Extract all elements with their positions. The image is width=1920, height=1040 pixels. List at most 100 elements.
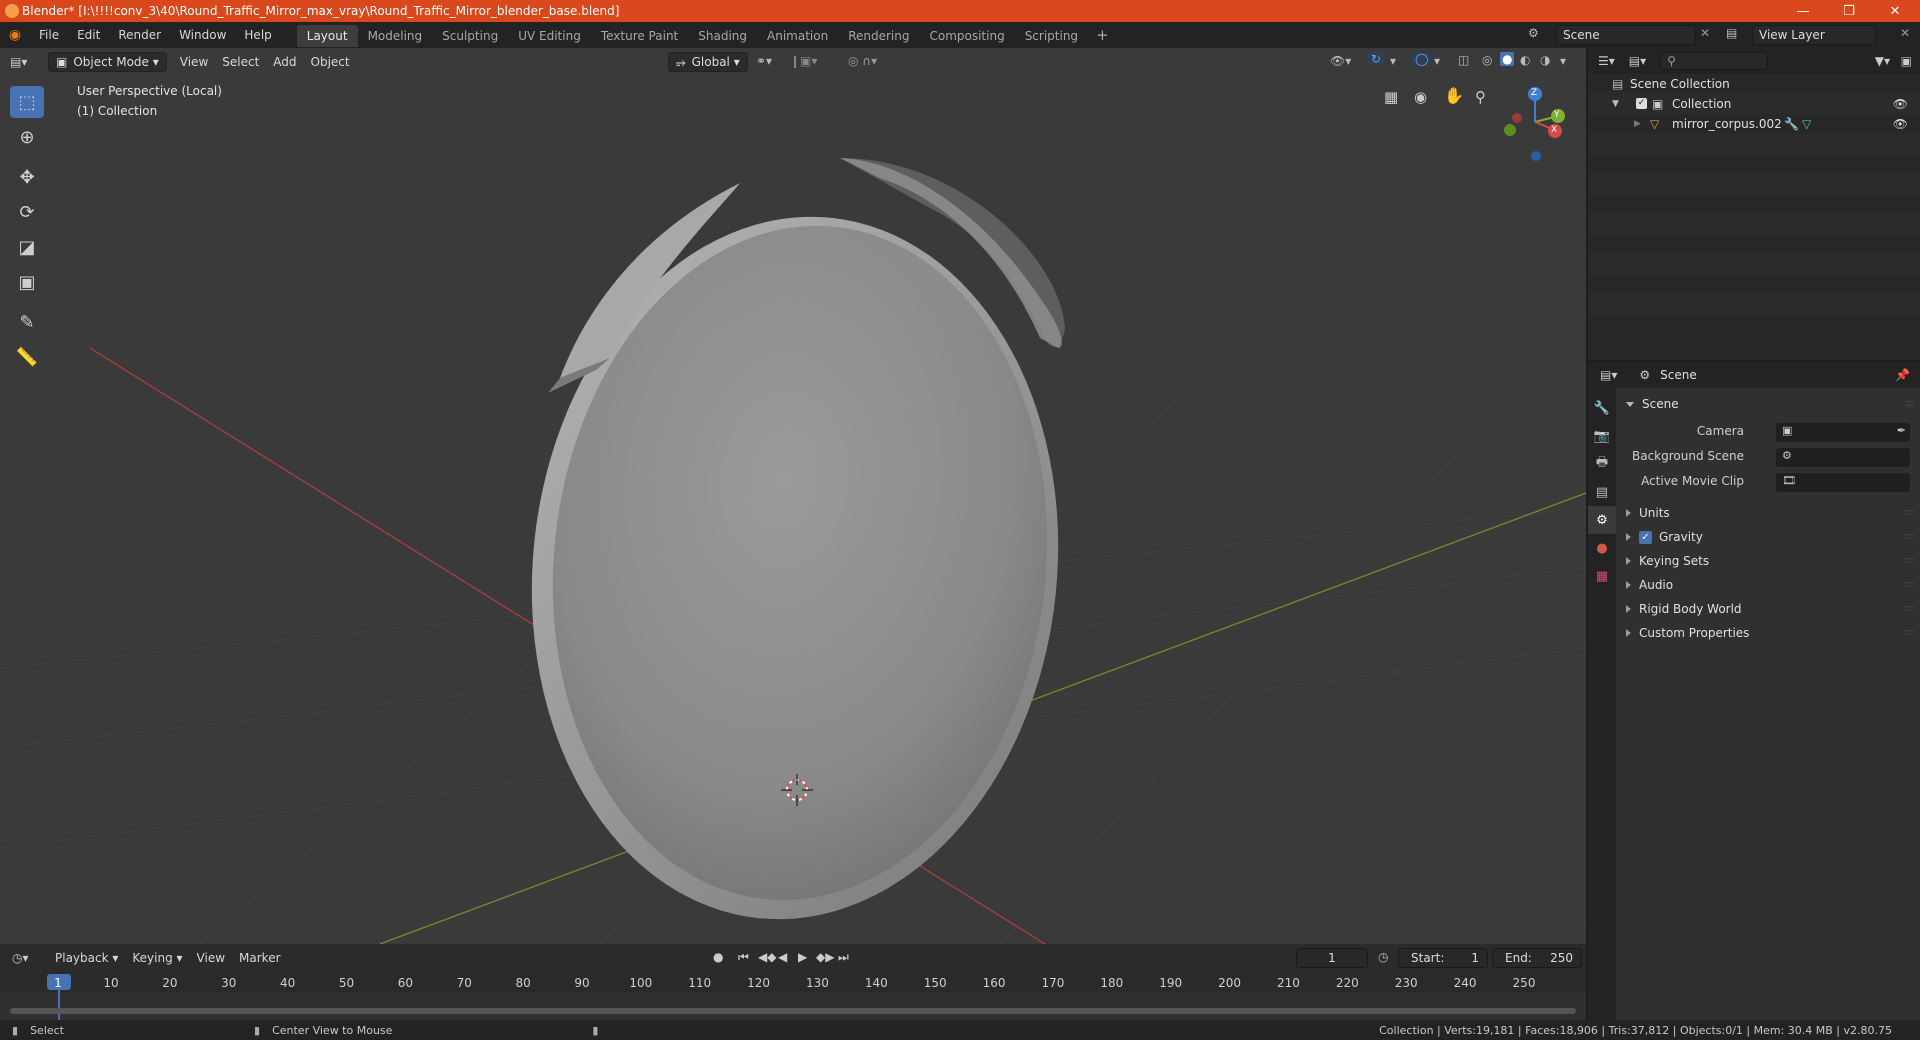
timeline-menu-playback[interactable]: Playback ▾ [48, 948, 125, 968]
gizmo-dropdown-icon[interactable]: ▾ [1390, 54, 1396, 68]
viewport-menu-select[interactable]: Select [215, 52, 266, 72]
material-shading-icon[interactable]: ◐ [1520, 53, 1530, 67]
keying-sets-panel[interactable]: Keying Sets:::: [1616, 549, 1920, 573]
rendered-shading-icon[interactable]: ◑ [1540, 53, 1550, 67]
pan-view-icon[interactable]: ✋ [1444, 86, 1464, 105]
custom-properties-panel[interactable]: Custom Properties:::: [1616, 621, 1920, 645]
start-frame-field[interactable]: Start: 1 [1398, 948, 1488, 968]
object-visibility-icon[interactable]: 👁 [1893, 114, 1908, 134]
tab-sculpting[interactable]: Sculpting [432, 25, 508, 47]
timeline-menu-marker[interactable]: Marker [232, 948, 287, 968]
play-icon[interactable]: ▶ [798, 950, 807, 964]
current-frame-field[interactable]: 1 [1296, 948, 1368, 968]
menu-file[interactable]: File [30, 22, 68, 48]
scene-field[interactable]: Scene [1556, 25, 1696, 45]
measure-tool-icon[interactable]: 📏 [10, 341, 44, 373]
render-tab-icon[interactable]: 📷 [1588, 422, 1616, 450]
scale-tool-icon[interactable]: ◪ [10, 231, 44, 263]
zoom-view-icon[interactable]: ⚲ [1475, 88, 1486, 106]
modifier-icon[interactable]: 🔧 [1784, 114, 1799, 134]
view-layer-field[interactable]: View Layer [1752, 25, 1876, 45]
background-scene-field[interactable]: ⚙ [1776, 448, 1910, 467]
expand-object-icon[interactable]: ▶ [1634, 114, 1641, 134]
scene-browse-icon[interactable]: ⚙ [1528, 26, 1539, 40]
filter-icon[interactable]: ▼▾ [1875, 54, 1890, 68]
viewport-menu-add[interactable]: Add [266, 52, 303, 72]
cursor-tool-icon[interactable]: ⊕ [10, 121, 44, 153]
visibility-icon[interactable]: 👁▾ [1330, 54, 1351, 68]
prev-keyframe-icon[interactable]: ◀◆ [758, 950, 776, 964]
tab-animation[interactable]: Animation [757, 25, 838, 47]
menu-edit[interactable]: Edit [68, 22, 109, 48]
pivot-point-icon[interactable]: ⚭▾ [756, 54, 772, 68]
eyedropper-icon[interactable]: ✒ [1897, 424, 1906, 437]
tab-texture-paint[interactable]: Texture Paint [591, 25, 688, 47]
move-tool-icon[interactable]: ✥ [10, 161, 44, 193]
pin-icon[interactable]: 📌 [1895, 368, 1910, 382]
gravity-checkbox[interactable]: ✓ [1639, 530, 1652, 544]
next-keyframe-icon[interactable]: ◆▶ [816, 950, 834, 964]
world-tab-icon[interactable]: ● [1588, 534, 1616, 562]
output-tab-icon[interactable]: 🖶 [1588, 450, 1616, 478]
jump-start-icon[interactable]: ⏮ [738, 950, 749, 965]
timeline-menu-view[interactable]: View [190, 948, 232, 968]
collection-visibility-icon[interactable]: 👁 [1893, 94, 1908, 114]
expand-collection-icon[interactable]: ▼ [1612, 94, 1619, 114]
tab-shading[interactable]: Shading [688, 25, 757, 47]
navigation-gizmo[interactable] [1504, 87, 1565, 161]
xray-icon[interactable]: ◫ [1458, 53, 1469, 67]
tab-rendering[interactable]: Rendering [838, 25, 919, 47]
view-layer-close-icon[interactable]: ✕ [1900, 26, 1910, 40]
gizmo-toggle-icon[interactable]: ↻ [1368, 52, 1385, 66]
tool-tab-icon[interactable]: 🔧 [1588, 394, 1616, 422]
audio-panel[interactable]: Audio:::: [1616, 573, 1920, 597]
mirror-object[interactable] [498, 158, 1093, 944]
object-mode-dropdown[interactable]: ▣ Object Mode ▾ [48, 52, 167, 72]
annotate-tool-icon[interactable]: ✎ [10, 306, 44, 338]
solid-shading-icon[interactable]: ● [1500, 52, 1515, 66]
mesh-data-icon[interactable]: ▽ [1802, 114, 1811, 134]
tab-modeling[interactable]: Modeling [358, 25, 433, 47]
overlays-icon[interactable]: ◯ [1412, 52, 1432, 66]
transform-orientation-dropdown[interactable]: ⥴ Global ▾ [668, 52, 748, 72]
timeline-scrollbar[interactable] [10, 1008, 1576, 1014]
tab-layout[interactable]: Layout [296, 25, 358, 47]
gravity-panel[interactable]: ✓ Gravity:::: [1616, 525, 1920, 549]
viewport-menu-object[interactable]: Object [304, 52, 357, 72]
3d-viewport[interactable]: Z Y X ▤▾ ▣ Object Mode ▾ View Select Add … [0, 48, 1586, 944]
view-layer-browse-icon[interactable]: ▤ [1726, 26, 1737, 40]
menu-window[interactable]: Window [170, 22, 235, 48]
viewport-menu-view[interactable]: View [173, 52, 215, 72]
properties-editor-type-icon[interactable]: ▤▾ [1600, 368, 1617, 382]
active-movie-clip-field[interactable]: 🎞 [1776, 473, 1910, 492]
select-box-tool-icon[interactable]: ⬚ [10, 86, 44, 118]
transform-tool-icon[interactable]: ▣ [10, 266, 44, 298]
shading-dropdown-icon[interactable]: ▾ [1560, 54, 1566, 68]
play-reverse-icon[interactable]: ◀ [778, 950, 787, 964]
outliner-row-collection[interactable]: ▼ ✓ ▣ Collection 👁 [1588, 94, 1920, 114]
snap-icon[interactable]: ❙▣▾ [790, 54, 817, 68]
end-frame-field[interactable]: End: 250 [1492, 948, 1582, 968]
toggle-grid-view-icon[interactable]: ▦ [1384, 88, 1398, 106]
timeline-menu-keying[interactable]: Keying ▾ [125, 948, 189, 968]
rotate-tool-icon[interactable]: ⟳ [10, 196, 44, 228]
tab-scripting[interactable]: Scripting [1015, 25, 1088, 47]
record-button-icon[interactable]: ● [713, 950, 723, 964]
camera-field[interactable]: ▣ ✒ [1776, 423, 1910, 442]
preview-range-icon[interactable]: ◷ [1378, 950, 1388, 964]
units-panel[interactable]: Units:::: [1616, 501, 1920, 525]
scene-close-icon[interactable]: ✕ [1700, 26, 1710, 40]
menu-help[interactable]: Help [235, 22, 280, 48]
view-layer-tab-icon[interactable]: ▤ [1588, 478, 1616, 506]
add-workspace-button[interactable]: + [1088, 26, 1117, 44]
new-collection-icon[interactable]: ▣ [1901, 54, 1912, 68]
rigid-body-world-panel[interactable]: Rigid Body World:::: [1616, 597, 1920, 621]
blender-menu-icon[interactable]: ◉ [0, 27, 30, 43]
menu-render[interactable]: Render [109, 22, 170, 48]
overlays-dropdown-icon[interactable]: ▾ [1434, 54, 1440, 68]
jump-end-icon[interactable]: ⏭ [838, 950, 849, 965]
outliner-row-object[interactable]: ▶ ▽ mirror_corpus.002 🔧 ▽ 👁 [1588, 114, 1920, 134]
scene-tab-icon[interactable]: ⚙ [1588, 506, 1616, 534]
wireframe-shading-icon[interactable]: ◎ [1482, 53, 1492, 67]
outliner-row-scene-collection[interactable]: ▤ Scene Collection [1588, 74, 1920, 94]
